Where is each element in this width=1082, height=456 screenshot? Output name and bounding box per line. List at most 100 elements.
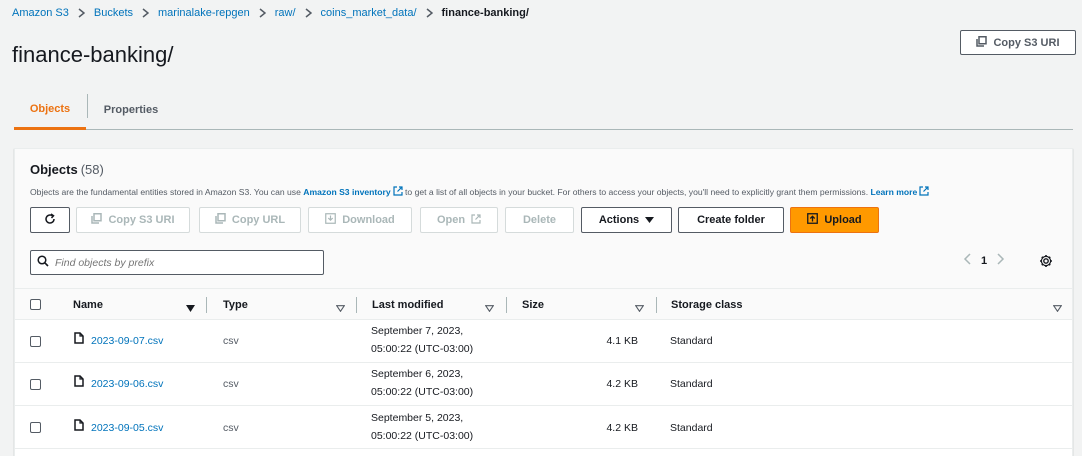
gear-icon[interactable] — [1039, 254, 1053, 273]
copy-icon — [976, 35, 988, 50]
object-type: csv — [223, 422, 239, 434]
copy-icon — [215, 213, 226, 227]
objects-count: (58) — [80, 162, 104, 177]
breadcrumb-amazon-s3[interactable]: Amazon S3 — [12, 5, 69, 21]
delete-label: Delete — [522, 214, 557, 226]
sort-icon[interactable] — [634, 299, 645, 317]
row-checkbox[interactable] — [30, 379, 41, 390]
delete-button[interactable]: Delete — [505, 207, 574, 233]
inventory-link[interactable]: Amazon S3 inventory — [303, 186, 403, 198]
chevron-right-icon — [305, 8, 312, 18]
file-icon — [74, 332, 84, 350]
column-divider — [656, 297, 657, 313]
open-button[interactable]: Open — [420, 207, 498, 233]
object-size: 4.1 KB — [606, 335, 638, 347]
refresh-button[interactable] — [30, 207, 70, 233]
sort-icon[interactable] — [335, 299, 346, 317]
download-icon — [325, 213, 337, 227]
column-storage-class[interactable]: Storage class — [671, 289, 743, 320]
object-type: csv — [223, 335, 239, 347]
file-icon — [74, 419, 84, 437]
object-modified-time: 05:00:22 (UTC-03:00) — [371, 430, 474, 442]
object-storage-class: Standard — [670, 335, 713, 347]
copy-url-button[interactable]: Copy URL — [199, 207, 301, 233]
object-modified-time: 05:00:22 (UTC-03:00) — [371, 343, 474, 355]
breadcrumb-bucket[interactable]: marinalake-repgen — [158, 5, 250, 21]
objects-panel: Objects (58) Objects are the fundamental… — [14, 148, 1073, 456]
table-header: Name Type Last modified Size Storage cla… — [15, 289, 1072, 320]
column-size[interactable]: Size — [522, 289, 544, 320]
create-folder-label: Create folder — [697, 214, 765, 226]
object-link[interactable]: 2023-09-06.csv — [74, 375, 163, 393]
object-type: csv — [223, 378, 239, 390]
object-modified-time: 05:00:22 (UTC-03:00) — [371, 386, 474, 398]
column-type[interactable]: Type — [223, 289, 248, 320]
copy-s3-uri-button[interactable]: Copy S3 URI — [960, 30, 1076, 55]
chevron-right-icon — [426, 8, 433, 18]
column-divider — [356, 297, 357, 313]
sort-icon[interactable] — [484, 299, 495, 317]
copy-s3-uri-toolbar-button[interactable]: Copy S3 URI — [76, 207, 190, 233]
external-link-icon — [393, 186, 403, 198]
breadcrumb-raw[interactable]: raw/ — [275, 5, 296, 21]
tab-bar: Objects Properties — [14, 90, 1073, 130]
column-divider — [206, 297, 207, 313]
upload-label: Upload — [824, 214, 862, 226]
select-all-checkbox[interactable] — [30, 299, 41, 310]
copy-s3-uri-toolbar-label: Copy S3 URI — [108, 214, 175, 226]
object-modified-date: September 7, 2023, — [371, 325, 464, 337]
s3-console: Amazon S3 Buckets marinalake-repgen raw/… — [0, 0, 1082, 456]
row-checkbox[interactable] — [30, 336, 41, 347]
caret-down-icon — [645, 214, 655, 226]
chevron-left-icon[interactable] — [963, 253, 971, 268]
object-modified-date: September 6, 2023, — [371, 368, 464, 380]
column-divider — [506, 297, 507, 313]
object-storage-class: Standard — [670, 378, 713, 390]
tab-divider — [87, 94, 88, 118]
row-checkbox[interactable] — [30, 422, 41, 433]
download-button[interactable]: Download — [308, 207, 412, 233]
copy-icon — [91, 213, 103, 227]
pagination: 1 — [963, 253, 1005, 268]
inventory-link-text: Amazon S3 inventory — [303, 187, 391, 197]
object-link[interactable]: 2023-09-07.csv — [74, 332, 163, 350]
download-label: Download — [342, 214, 395, 226]
table-row: 2023-09-05.csv csv September 5, 2023, 05… — [15, 406, 1072, 449]
copy-url-label: Copy URL — [231, 214, 286, 226]
description-text-1: Objects are the fundamental entities sto… — [30, 187, 301, 197]
tab-objects[interactable]: Objects — [14, 90, 86, 130]
upload-icon — [807, 213, 819, 227]
actions-label: Actions — [598, 214, 640, 226]
current-page[interactable]: 1 — [981, 255, 987, 267]
object-name: 2023-09-06.csv — [91, 378, 164, 390]
table-row: 2023-09-06.csv csv September 6, 2023, 05… — [15, 363, 1072, 406]
object-size: 4.2 KB — [606, 422, 638, 434]
tab-properties[interactable]: Properties — [94, 90, 168, 129]
description-text-2: to get a list of all objects in your buc… — [405, 187, 869, 197]
external-link-icon — [919, 186, 929, 198]
actions-dropdown[interactable]: Actions — [581, 207, 672, 233]
open-label: Open — [436, 214, 466, 226]
objects-heading: Objects (58) — [30, 162, 104, 177]
create-folder-button[interactable]: Create folder — [678, 207, 784, 233]
column-name[interactable]: Name — [73, 289, 103, 320]
breadcrumb-coins-market-data[interactable]: coins_market_data/ — [321, 5, 417, 21]
sort-desc-icon[interactable] — [186, 299, 195, 317]
file-icon — [74, 375, 84, 393]
object-modified-date: September 5, 2023, — [371, 412, 464, 424]
external-link-icon — [471, 213, 481, 227]
learn-more-text: Learn more — [870, 187, 918, 197]
column-last-modified[interactable]: Last modified — [372, 289, 444, 320]
sort-icon[interactable] — [1052, 299, 1063, 317]
chevron-right-icon[interactable] — [997, 253, 1005, 268]
search-box — [30, 250, 324, 275]
upload-button[interactable]: Upload — [790, 207, 879, 233]
breadcrumb-buckets[interactable]: Buckets — [94, 5, 133, 21]
learn-more-link[interactable]: Learn more — [871, 186, 930, 198]
object-name: 2023-09-07.csv — [91, 335, 164, 347]
search-input[interactable] — [55, 256, 305, 269]
object-link[interactable]: 2023-09-05.csv — [74, 419, 163, 437]
chevron-right-icon — [142, 8, 150, 18]
chevron-right-icon — [78, 8, 85, 18]
object-size: 4.2 KB — [606, 378, 638, 390]
